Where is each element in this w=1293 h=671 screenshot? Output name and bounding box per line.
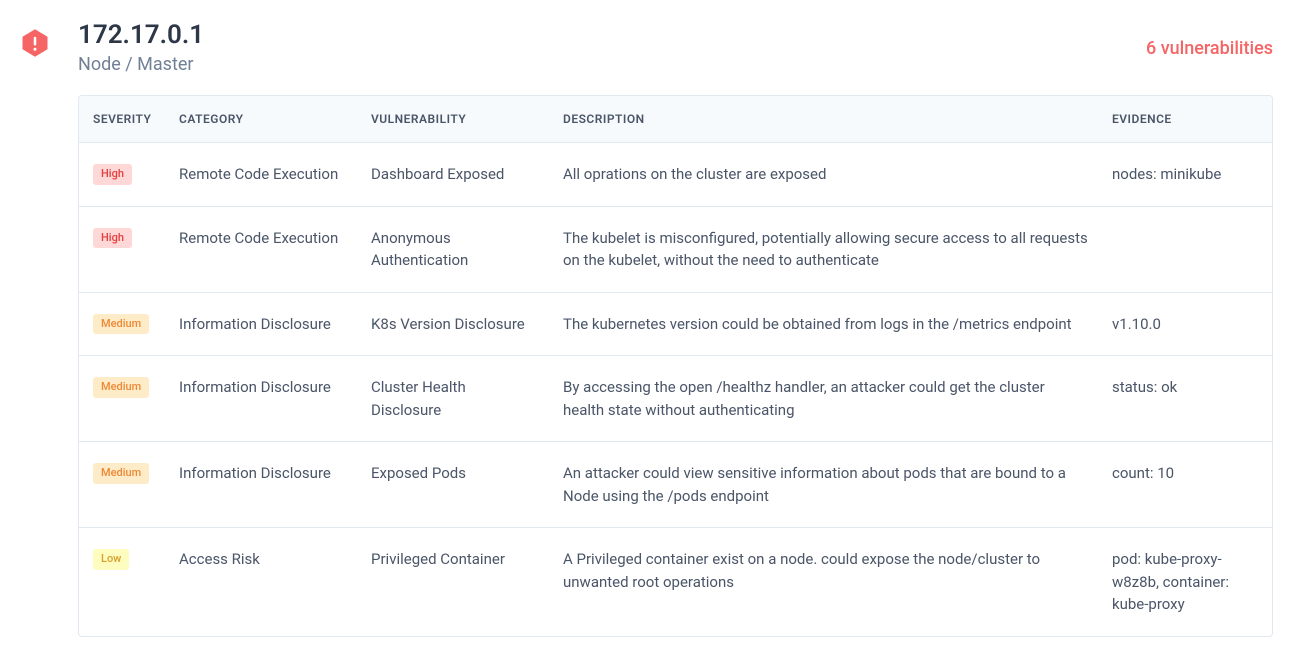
cell-vulnerability: Cluster Health Disclosure — [359, 356, 551, 442]
cell-category: Remote Code Execution — [167, 143, 359, 207]
severity-badge: High — [93, 164, 132, 185]
cell-evidence: count: 10 — [1100, 442, 1272, 528]
cell-category: Information Disclosure — [167, 442, 359, 528]
severity-badge: Medium — [93, 377, 149, 398]
header-severity: SEVERITY — [79, 96, 167, 143]
table-row: High Remote Code ExecutionAnonymous Authe… — [79, 206, 1272, 292]
cell-description: By accessing the open /healthz handler, … — [551, 356, 1100, 442]
table-row: High Remote Code ExecutionDashboard Expos… — [79, 143, 1272, 207]
severity-badge: Medium — [93, 314, 149, 335]
cell-evidence: pod: kube-proxy-w8z8b, container: kube-p… — [1100, 528, 1272, 636]
header-description: DESCRIPTION — [551, 96, 1100, 143]
node-ip: 172.17.0.1 — [78, 20, 1273, 50]
cell-evidence: status: ok — [1100, 356, 1272, 442]
cell-evidence: v1.10.0 — [1100, 292, 1272, 356]
cell-vulnerability: Anonymous Authentication — [359, 206, 551, 292]
cell-description: All oprations on the cluster are exposed — [551, 143, 1100, 207]
cell-category: Remote Code Execution — [167, 206, 359, 292]
table-row: Low Access RiskPrivileged ContainerA Priv… — [79, 528, 1272, 636]
vulnerabilities-table-wrapper: SEVERITY CATEGORY VULNERABILITY DESCRIPT… — [78, 95, 1273, 637]
report-header: 172.17.0.1 Node / Master 6 vulnerabiliti… — [20, 20, 1273, 75]
table-header-row: SEVERITY CATEGORY VULNERABILITY DESCRIPT… — [79, 96, 1272, 143]
header-evidence: EVIDENCE — [1100, 96, 1272, 143]
cell-description: An attacker could view sensitive informa… — [551, 442, 1100, 528]
vulnerability-count: 6 vulnerabilities — [1146, 38, 1273, 59]
cell-description: A Privileged container exist on a node. … — [551, 528, 1100, 636]
cell-evidence: nodes: minikube — [1100, 143, 1272, 207]
cell-description: The kubernetes version could be obtained… — [551, 292, 1100, 356]
cell-evidence — [1100, 206, 1272, 292]
cell-vulnerability: Exposed Pods — [359, 442, 551, 528]
node-role: Node / Master — [78, 54, 1273, 75]
vulnerabilities-table: SEVERITY CATEGORY VULNERABILITY DESCRIPT… — [79, 96, 1272, 636]
severity-badge: Medium — [93, 463, 149, 484]
cell-category: Access Risk — [167, 528, 359, 636]
cell-description: The kubelet is misconfigured, potentiall… — [551, 206, 1100, 292]
table-row: Medium Information DisclosureCluster Heal… — [79, 356, 1272, 442]
cell-category: Information Disclosure — [167, 292, 359, 356]
severity-badge: High — [93, 228, 132, 249]
table-row: Medium Information DisclosureExposed Pods… — [79, 442, 1272, 528]
severity-badge: Low — [93, 549, 129, 570]
cell-vulnerability: Privileged Container — [359, 528, 551, 636]
cell-vulnerability: K8s Version Disclosure — [359, 292, 551, 356]
table-row: Medium Information DisclosureK8s Version … — [79, 292, 1272, 356]
cell-vulnerability: Dashboard Exposed — [359, 143, 551, 207]
cell-category: Information Disclosure — [167, 356, 359, 442]
alert-icon — [20, 28, 50, 58]
header-category: CATEGORY — [167, 96, 359, 143]
header-vulnerability: VULNERABILITY — [359, 96, 551, 143]
